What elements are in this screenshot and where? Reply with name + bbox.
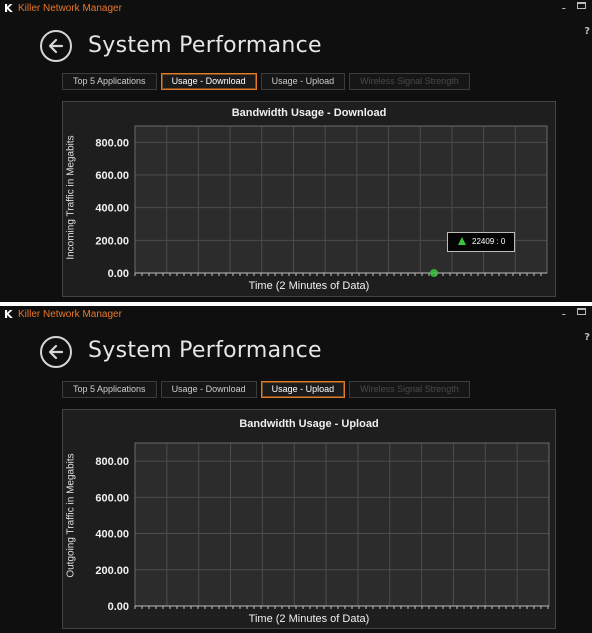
- maximize-button[interactable]: [577, 2, 586, 9]
- title-bar: K Killer Network Manager -: [0, 0, 592, 18]
- minimize-button[interactable]: -: [562, 307, 566, 321]
- y-tick-label: 400.00: [95, 203, 129, 215]
- y-tick-label: 200.00: [95, 235, 129, 247]
- title-bar: K Killer Network Manager -: [0, 306, 592, 324]
- plot-area: [135, 443, 549, 606]
- triangle-marker-icon: [458, 237, 466, 245]
- tab-usage-upload[interactable]: Usage - Upload: [260, 381, 346, 398]
- tab-usage-download[interactable]: Usage - Download: [160, 73, 257, 90]
- x-axis-label: Time (2 Minutes of Data): [248, 613, 370, 625]
- download-plot: 0.00 200.00 400.00 600.00 800.00: [95, 125, 548, 280]
- y-tick-label: 800.00: [95, 137, 129, 149]
- tab-bar: Top 5 Applications Usage - Download Usag…: [62, 381, 470, 398]
- data-point: [430, 269, 438, 277]
- y-tick-label: 400.00: [95, 529, 129, 541]
- page-title: System Performance: [88, 338, 322, 363]
- help-button[interactable]: ?: [584, 332, 590, 343]
- tooltip-value: 22409 : 0: [472, 237, 506, 246]
- tab-wireless-signal-strength: Wireless Signal Strength: [349, 73, 470, 90]
- upload-usage-window: K Killer Network Manager - ? System Perf…: [0, 306, 592, 633]
- y-tick-label: 600.00: [95, 492, 129, 504]
- back-button[interactable]: [40, 30, 72, 62]
- download-usage-window: K Killer Network Manager - ? System Perf…: [0, 0, 592, 302]
- app-title: Killer Network Manager: [18, 3, 122, 14]
- back-arrow-icon: [48, 38, 64, 54]
- back-button[interactable]: [40, 336, 72, 368]
- back-arrow-icon: [48, 344, 64, 360]
- killer-logo-icon: K: [4, 308, 13, 321]
- help-button[interactable]: ?: [584, 26, 590, 37]
- y-tick-label: 600.00: [95, 170, 129, 182]
- x-axis-label: Time (2 Minutes of Data): [248, 280, 370, 292]
- minimize-button[interactable]: -: [562, 1, 566, 15]
- y-tick-label: 0.00: [108, 601, 129, 613]
- tab-bar: Top 5 Applications Usage - Download Usag…: [62, 73, 470, 90]
- tab-usage-upload[interactable]: Usage - Upload: [260, 73, 346, 90]
- y-tick-label: 800.00: [95, 456, 129, 468]
- y-tick-label: 200.00: [95, 565, 129, 577]
- tab-top-5-applications[interactable]: Top 5 Applications: [62, 73, 157, 90]
- page-title: System Performance: [88, 33, 322, 58]
- upload-chart: Bandwidth Usage - Upload Outgoing Traffi…: [62, 409, 556, 629]
- upload-plot: 0.00 200.00 400.00 600.00 800.00: [95, 442, 550, 613]
- download-chart: Bandwidth Usage - Download Incoming Traf…: [62, 101, 556, 297]
- app-title: Killer Network Manager: [18, 309, 122, 320]
- maximize-button[interactable]: [577, 308, 586, 315]
- data-point-tooltip: 22409 : 0: [447, 232, 515, 252]
- tab-wireless-signal-strength: Wireless Signal Strength: [349, 381, 470, 398]
- tab-top-5-applications[interactable]: Top 5 Applications: [62, 381, 157, 398]
- tab-usage-download[interactable]: Usage - Download: [160, 381, 257, 398]
- y-tick-label: 0.00: [108, 268, 129, 280]
- killer-logo-icon: K: [4, 2, 13, 15]
